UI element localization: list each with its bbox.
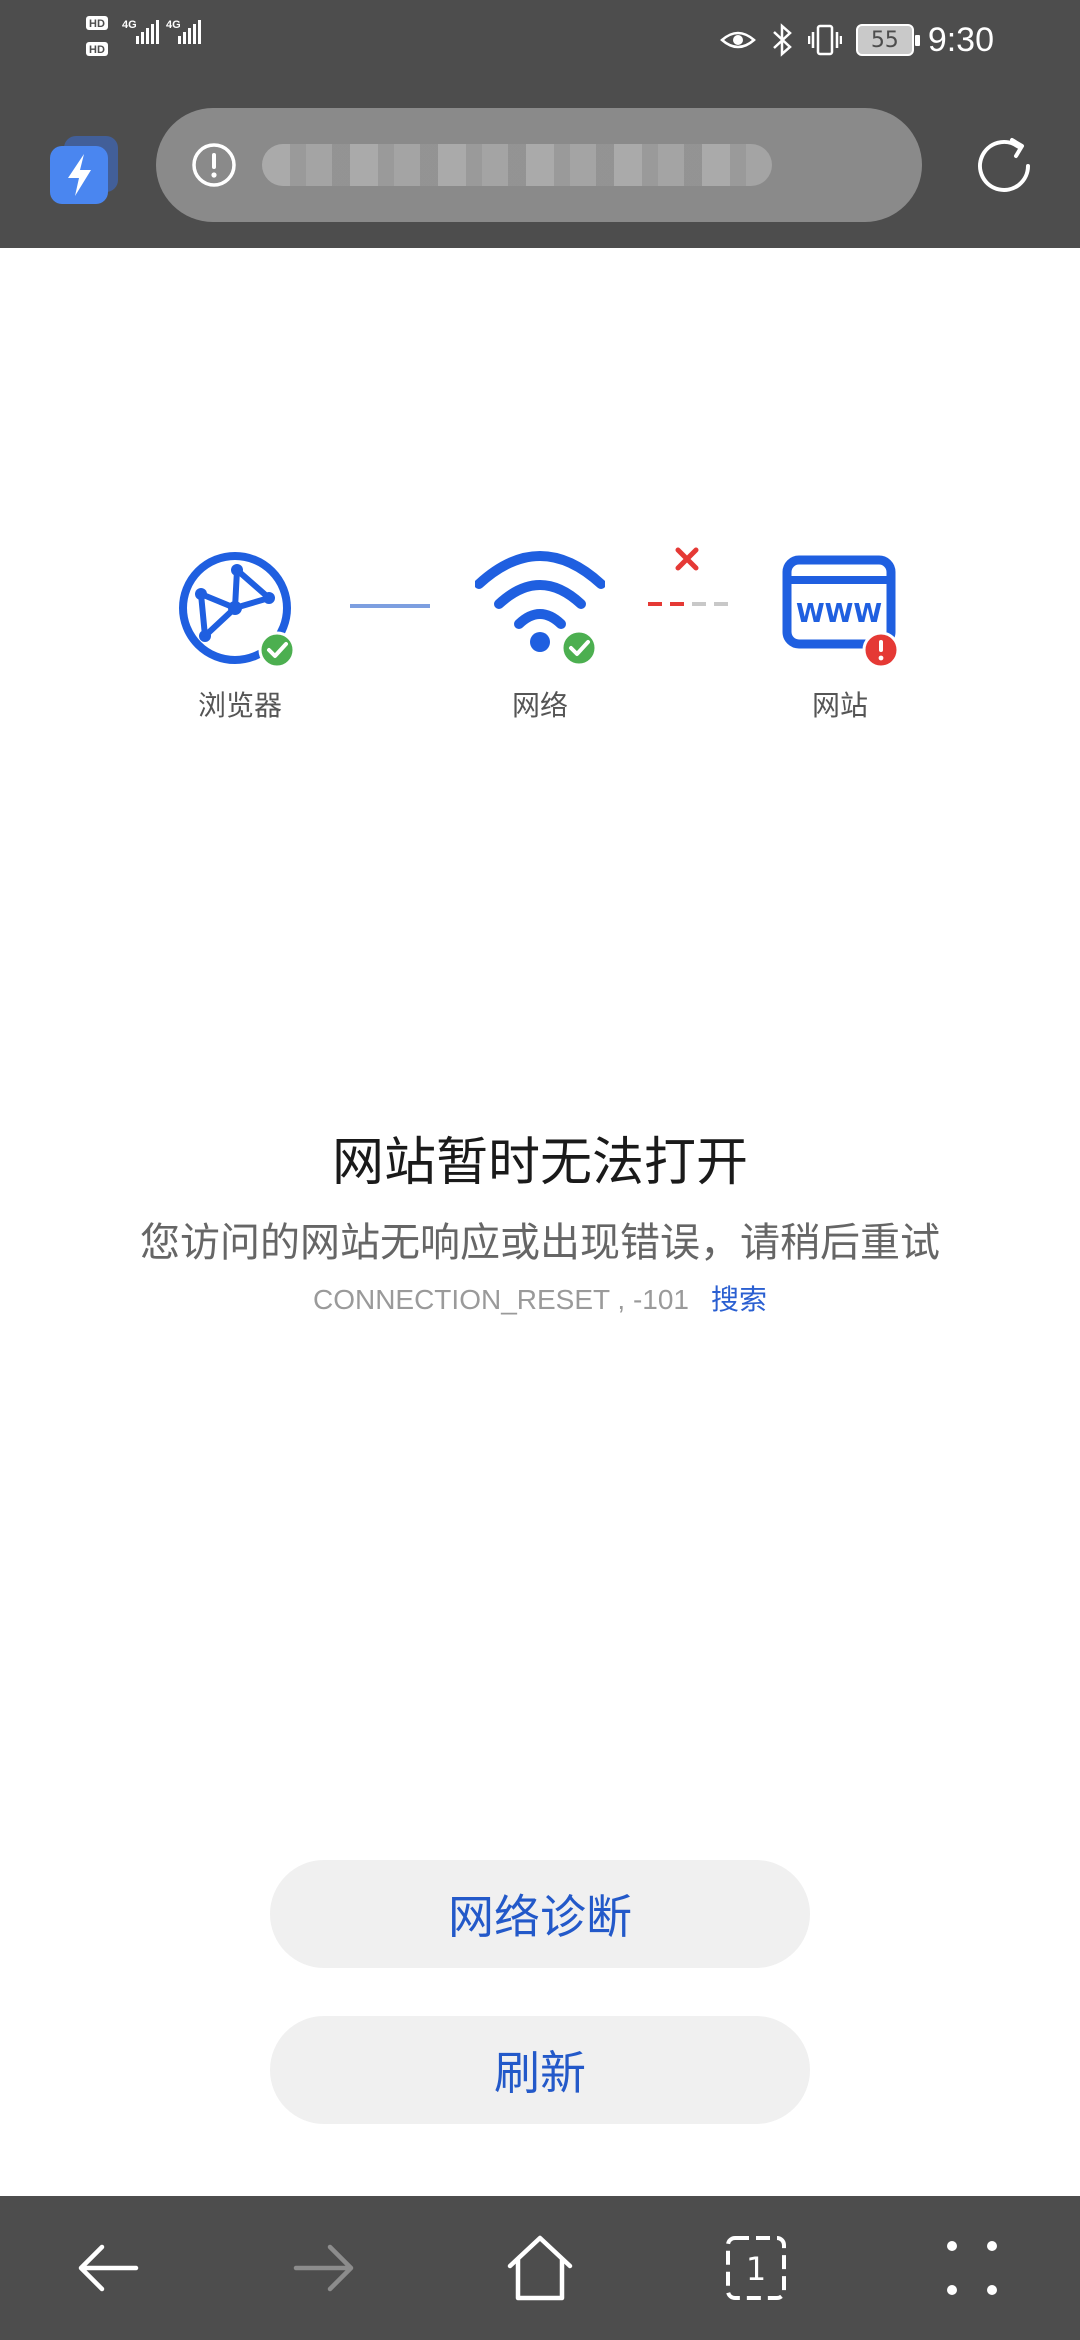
quick-app-button[interactable] xyxy=(46,132,122,208)
battery-level: 55 xyxy=(870,27,899,53)
url-text[interactable] xyxy=(262,144,772,186)
node-browser: 浏览器 xyxy=(150,540,330,724)
info-icon[interactable] xyxy=(190,141,238,189)
menu-icon xyxy=(947,2241,997,2295)
network-diagnose-button[interactable]: 网络诊断 xyxy=(270,1860,810,1968)
error-code: CONNECTION_RESET , -101 xyxy=(312,1284,689,1315)
address-bar[interactable] xyxy=(156,108,922,222)
search-link[interactable]: 搜索 xyxy=(711,1283,767,1316)
reload-button[interactable] xyxy=(966,128,1042,204)
connector-broken xyxy=(648,547,728,606)
node-website: WWW 网站 xyxy=(750,540,930,724)
eye-icon xyxy=(719,31,756,49)
wifi-icon xyxy=(475,551,605,667)
back-button[interactable] xyxy=(72,2232,144,2304)
browser-globe-icon xyxy=(179,552,296,669)
menu-button[interactable] xyxy=(936,2232,1008,2304)
signal-icon: HD HD 4G 4G xyxy=(86,16,201,56)
refresh-button[interactable]: 刷新 xyxy=(270,2016,810,2124)
home-button[interactable] xyxy=(504,2232,576,2304)
back-icon xyxy=(78,2244,139,2292)
forward-icon xyxy=(293,2244,354,2292)
vibrate-icon xyxy=(807,24,842,56)
close-icon xyxy=(675,547,699,571)
connector-ok xyxy=(350,604,430,608)
svg-text:4G: 4G xyxy=(122,19,137,31)
battery-icon: 55 xyxy=(855,24,920,56)
node-label-website: 网站 xyxy=(811,689,868,722)
error-code-row: CONNECTION_RESET , -101 搜索 xyxy=(0,1278,1080,1318)
svg-text:HD: HD xyxy=(89,44,105,56)
bluetooth-icon xyxy=(772,23,792,57)
website-www-icon: WWW xyxy=(782,555,900,669)
tabs-button[interactable]: 1 xyxy=(720,2232,792,2304)
bottom-navigation: 1 xyxy=(0,2196,1080,2340)
svg-text:WWW: WWW xyxy=(796,599,882,629)
svg-text:HD: HD xyxy=(89,18,105,30)
tabs-icon: 1 xyxy=(726,2236,786,2300)
node-network: 网络 xyxy=(450,540,630,724)
browser-top-bar: HD HD 4G 4G 55 9:30 xyxy=(0,0,1080,248)
forward-button[interactable] xyxy=(288,2232,360,2304)
lightning-icon xyxy=(50,136,118,204)
node-label-browser: 浏览器 xyxy=(197,689,282,722)
network-indicators: HD HD 4G 4G xyxy=(86,12,216,76)
home-icon xyxy=(507,2235,573,2301)
error-description: 您访问的网站无响应或出现错误，请稍后重试 xyxy=(140,1220,940,1266)
status-bar: HD HD 4G 4G 55 9:30 xyxy=(0,0,1080,80)
error-title: 网站暂时无法打开 xyxy=(331,1133,748,1193)
status-time: 9:30 xyxy=(927,20,994,59)
reload-icon xyxy=(978,138,1030,192)
connection-diagram: 浏览器 网络 WWW 网站 xyxy=(0,540,1080,740)
svg-text:4G: 4G xyxy=(166,19,181,31)
tab-count: 1 xyxy=(746,2250,766,2288)
node-label-network: 网络 xyxy=(511,689,568,722)
